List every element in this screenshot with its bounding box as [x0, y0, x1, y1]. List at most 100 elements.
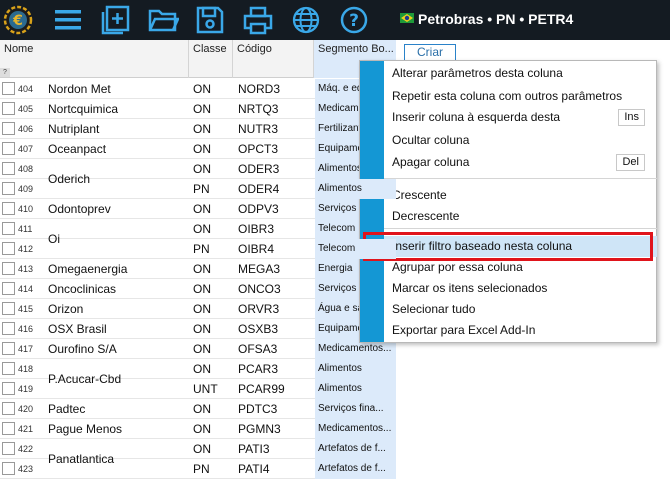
menu-item[interactable]: Crescente	[384, 185, 657, 206]
stock-title: Petrobras • PN • PETR4	[418, 11, 574, 27]
cell-classe: ON	[193, 82, 211, 96]
cell-nome: Nutriplant	[48, 122, 100, 136]
table-row[interactable]: 421 Pague Menos ON PGMN3 Medicamentos...	[0, 419, 396, 439]
row-checkbox[interactable]	[2, 302, 15, 315]
cell-codigo: OSXB3	[238, 322, 279, 336]
cell-classe: ON	[193, 282, 211, 296]
menu-item[interactable]: Ocultar coluna	[384, 130, 657, 151]
row-number: 423	[18, 464, 34, 474]
highlight-annotation	[363, 232, 653, 261]
table-row[interactable]: 414 Oncoclinicas ON ONCO3 Serviços	[0, 279, 396, 299]
new-document-icon[interactable]	[99, 4, 131, 36]
row-checkbox[interactable]	[2, 282, 15, 295]
row-checkbox[interactable]	[2, 442, 15, 455]
menu-item[interactable]: Repetir esta coluna com outros parâmetro…	[384, 86, 657, 107]
table-row[interactable]: 410 Odontoprev ON ODPV3 Serviços	[0, 199, 396, 219]
app-logo-icon[interactable]: €	[2, 4, 34, 36]
cell-classe: ON	[193, 202, 211, 216]
table-row[interactable]: 423 Panatlantica PN PATI4 Artefatos de f...	[0, 452, 396, 479]
stock-header: Petrobras • PN • PETR4	[396, 0, 670, 40]
cell-classe: ON	[193, 122, 211, 136]
cell-codigo: OFSA3	[238, 342, 278, 356]
cell-nome: OSX Brasil	[48, 322, 107, 336]
row-checkbox[interactable]	[2, 162, 15, 175]
menu-item[interactable]: Inserir coluna à esquerda desta Ins	[384, 107, 657, 128]
table-row[interactable]: 406 Nutriplant ON NUTR3 Fertilizantes	[0, 119, 396, 139]
column-header-classe[interactable]: Classe	[189, 40, 233, 78]
cell-codigo: PCAR3	[238, 362, 279, 376]
open-folder-icon[interactable]	[147, 4, 179, 36]
menu-item[interactable]: Decrescente	[384, 206, 657, 227]
menu-item[interactable]: Alterar parâmetros desta coluna	[384, 63, 657, 84]
cell-nome: P.Acucar-Cbd	[48, 372, 122, 386]
cell-codigo: NRTQ3	[238, 102, 279, 116]
menu-item[interactable]: Marcar os itens selecionados	[384, 278, 657, 299]
row-checkbox[interactable]	[2, 262, 15, 275]
row-checkbox[interactable]	[2, 422, 15, 435]
menu-item-label: Agrupar por essa coluna	[392, 260, 523, 274]
row-checkbox[interactable]	[2, 122, 15, 135]
help-icon[interactable]: ?	[338, 4, 370, 36]
brazil-flag-icon	[400, 13, 414, 23]
cell-classe: ON	[193, 342, 211, 356]
menu-item-label: Ocultar coluna	[392, 133, 470, 147]
cell-classe: ON	[193, 102, 211, 116]
cell-classe: PN	[193, 462, 210, 476]
row-checkbox[interactable]	[2, 82, 15, 95]
menu-item-label: Marcar os itens selecionados	[392, 281, 548, 295]
menu-item[interactable]: Exportar para Excel Add-In	[384, 320, 657, 341]
row-checkbox[interactable]	[2, 182, 15, 195]
table-row[interactable]: 412 Oi PN OIBR4 Telecom	[0, 232, 396, 259]
cell-codigo: MEGA3	[238, 262, 281, 276]
row-checkbox[interactable]	[2, 362, 15, 375]
cell-nome: Nordon Met	[48, 82, 111, 96]
row-checkbox[interactable]	[2, 142, 15, 155]
column-header-nome[interactable]: Nome	[0, 40, 189, 78]
table-row[interactable]: 416 OSX Brasil ON OSXB3 Equipamentos	[0, 319, 396, 339]
row-checkbox[interactable]	[2, 222, 15, 235]
globe-icon[interactable]	[290, 4, 322, 36]
cell-nome: Oi	[48, 232, 60, 246]
cell-codigo: ONCO3	[238, 282, 281, 296]
save-icon[interactable]	[194, 4, 226, 36]
row-number: 416	[18, 324, 34, 334]
row-checkbox[interactable]	[2, 462, 15, 475]
menu-item[interactable]: Selecionar tudo	[384, 299, 657, 320]
cell-nome: Padtec	[48, 402, 86, 416]
row-checkbox[interactable]	[2, 202, 15, 215]
table-row[interactable]: 420 Padtec ON PDTC3 Serviços fina...	[0, 399, 396, 419]
cell-classe: ON	[193, 442, 211, 456]
row-checkbox[interactable]	[2, 382, 15, 395]
cell-codigo: PATI3	[238, 442, 270, 456]
menu-item-label: Crescente	[392, 188, 447, 202]
row-checkbox[interactable]	[2, 402, 15, 415]
row-checkbox[interactable]	[2, 322, 15, 335]
row-checkbox[interactable]	[2, 342, 15, 355]
cell-classe: ON	[193, 142, 211, 156]
table-row[interactable]: 413 Omegaenergia ON MEGA3 Energia	[0, 259, 396, 279]
table-row[interactable]: 404 Nordon Met ON NORD3 Máq. e equ...	[0, 79, 396, 99]
table-row[interactable]: 409 Oderich PN ODER4 Alimentos	[0, 172, 396, 199]
table-row[interactable]: 407 Oceanpact ON OPCT3 Equipamentos	[0, 139, 396, 159]
row-number: 410	[18, 204, 34, 214]
row-checkbox[interactable]	[2, 102, 15, 115]
tabs-row: Criar	[396, 40, 670, 61]
menu-item-label: Selecionar tudo	[392, 302, 476, 316]
row-checkbox[interactable]	[2, 242, 15, 255]
cell-segmento: Telecom	[315, 239, 396, 259]
cell-codigo: ODPV3	[238, 202, 279, 216]
column-header-codigo[interactable]: Código	[233, 40, 314, 78]
sort-marker-icon[interactable]: ?	[0, 68, 10, 77]
cell-codigo: OPCT3	[238, 142, 279, 156]
table-row[interactable]: 415 Orizon ON ORVR3 Água e sa...	[0, 299, 396, 319]
table-row[interactable]: 405 Nortcquimica ON NRTQ3 Medicamentos	[0, 99, 396, 119]
print-icon[interactable]	[242, 4, 274, 36]
menu-icon[interactable]	[52, 4, 84, 36]
table-row[interactable]: 419 P.Acucar-Cbd UNT PCAR99 Alimentos	[0, 372, 396, 399]
table-row[interactable]: 417 Ourofino S/A ON OFSA3 Medicamentos...	[0, 339, 396, 359]
criar-tab[interactable]: Criar	[404, 44, 456, 61]
cell-nome: Pague Menos	[48, 422, 123, 436]
cell-segmento: Alimentos	[315, 179, 396, 199]
menu-item[interactable]: Apagar coluna Del	[384, 152, 657, 173]
cell-classe: UNT	[193, 382, 218, 396]
